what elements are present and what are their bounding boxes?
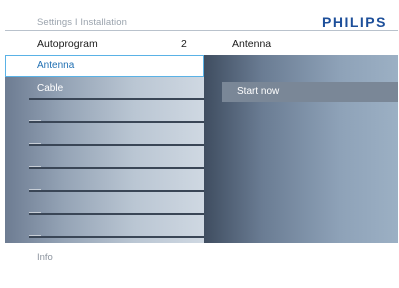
menu-item-empty[interactable] (5, 216, 204, 238)
menu-item-divider (29, 121, 204, 123)
menu-item-label: Antenna (37, 60, 75, 71)
menu-item-divider (29, 167, 204, 169)
menu-list: Antenna Cable (5, 55, 204, 243)
header-divider (5, 30, 398, 31)
breadcrumb: Settings I Installation (37, 17, 127, 28)
menu-item-empty[interactable] (5, 193, 204, 215)
menu-item-empty[interactable] (5, 101, 204, 123)
menu-item-divider (29, 190, 204, 192)
menu-item-label: Cable (37, 83, 64, 94)
menu-item-antenna[interactable]: Antenna (5, 55, 204, 77)
menu-item-empty[interactable] (5, 170, 204, 192)
menu-item-divider (29, 236, 204, 238)
right-column-title: Antenna (232, 38, 272, 50)
left-column-title: Autoprogram (37, 38, 98, 50)
info-text: Info (37, 252, 53, 263)
start-now-option[interactable]: Start now (222, 82, 398, 102)
menu-item-divider (29, 144, 204, 146)
menu-item-empty[interactable] (5, 124, 204, 146)
menu-item-cable[interactable]: Cable (5, 78, 204, 100)
left-column-value: 2 (181, 38, 187, 50)
column-header-row: Autoprogram 2 Antenna (5, 33, 398, 55)
start-now-label: Start now (237, 86, 280, 97)
menu-item-divider (29, 98, 204, 100)
menu-item-divider (29, 213, 204, 215)
menu-item-empty[interactable] (5, 147, 204, 169)
brand-logo: PHILIPS (322, 14, 387, 30)
